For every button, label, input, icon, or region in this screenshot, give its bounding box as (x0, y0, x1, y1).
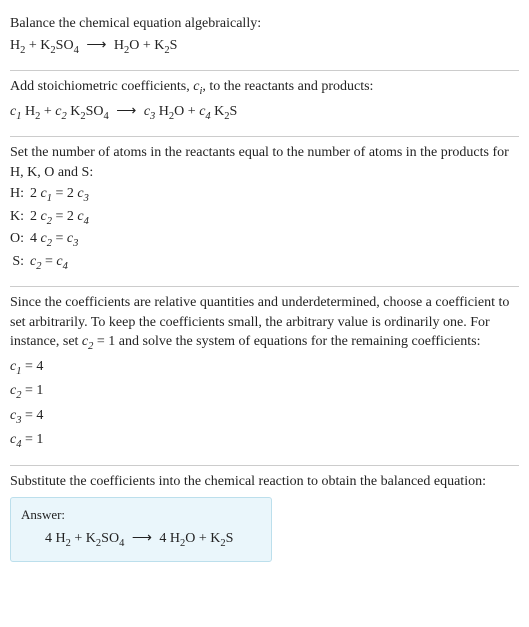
species-h2: H2 (25, 104, 40, 119)
instruction-text: Since the coefficients are relative quan… (10, 293, 519, 355)
solution-line: c4 = 1 (10, 430, 519, 452)
species-k2s: K2S (214, 104, 237, 119)
coef-c1: c1 (10, 104, 21, 119)
balance-equation: 2 c2 = 2 c4 (30, 207, 93, 229)
balance-row: O:4 c2 = c3 (10, 229, 93, 251)
section-solve: Since the coefficients are relative quan… (10, 287, 519, 466)
balance-equation: 4 c2 = c3 (30, 229, 93, 251)
plus-sign: + (25, 38, 40, 53)
coef-4: 4 (159, 531, 170, 546)
reactant-k2so4: K2SO4 (40, 38, 79, 53)
balanced-equation: 4 H2 + K2SO4 ⟶ 4 H2O + K2S (21, 529, 261, 551)
section-answer: Substitute the coefficients into the che… (10, 466, 519, 572)
solution-list: c1 = 4c2 = 1 c3 = 4c4 = 1 (10, 357, 519, 453)
set-coef: c2 (82, 334, 93, 349)
solution-line: c3 = 4 (10, 406, 519, 428)
product-k2s: K2S (154, 38, 177, 53)
plus-sign: + (184, 104, 199, 119)
prompt-text: Balance the chemical equation algebraica… (10, 14, 519, 34)
element-label: O: (10, 229, 30, 251)
species-k2s: K2S (210, 531, 233, 546)
element-label: H: (10, 184, 30, 206)
unbalanced-equation: H2 + K2SO4 ⟶ H2O + K2S (10, 36, 519, 58)
balance-equations-table: H:2 c1 = 2 c3K:2 c2 = 2 c4O:4 c2 = c3S:c… (10, 184, 93, 274)
reaction-arrow-icon: ⟶ (128, 529, 156, 549)
instruction-text: Set the number of atoms in the reactants… (10, 143, 519, 182)
plus-sign: + (195, 531, 210, 546)
coef-c3: c3 (144, 104, 155, 119)
balance-row: K:2 c2 = 2 c4 (10, 207, 93, 229)
plus-sign: + (139, 38, 154, 53)
element-label: S: (10, 252, 30, 274)
species-h2: H2 (56, 531, 71, 546)
coef-4: 4 (45, 531, 56, 546)
section-add-coefficients: Add stoichiometric coefficients, ci, to … (10, 71, 519, 137)
species-k2so4: K2SO4 (70, 104, 109, 119)
coef-c2: c2 (55, 104, 66, 119)
section-atom-balance: Set the number of atoms in the reactants… (10, 137, 519, 287)
instruction-text: Substitute the coefficients into the che… (10, 472, 519, 492)
product-h2o: H2O (114, 38, 140, 53)
balance-row: S:c2 = c4 (10, 252, 93, 274)
element-label: K: (10, 207, 30, 229)
plus-sign: + (40, 104, 55, 119)
answer-box: Answer: 4 H2 + K2SO4 ⟶ 4 H2O + K2S (10, 497, 272, 562)
species-h2o: H2O (159, 104, 185, 119)
reactant-h2: H2 (10, 38, 25, 53)
solution-line: c2 = 1 (10, 381, 519, 403)
species-h2o: H2O (170, 531, 196, 546)
species-k2so4: K2SO4 (86, 531, 125, 546)
coefficient-equation: c1 H2 + c2 K2SO4 ⟶ c3 H2O + c4 K2S (10, 102, 519, 124)
balance-equation: c2 = c4 (30, 252, 93, 274)
instruction-text: Add stoichiometric coefficients, ci, to … (10, 77, 519, 99)
answer-label: Answer: (21, 506, 261, 524)
section-prompt: Balance the chemical equation algebraica… (10, 8, 519, 71)
coef-c4: c4 (199, 104, 210, 119)
solution-line: c1 = 4 (10, 357, 519, 379)
plus-sign: + (71, 531, 86, 546)
balance-equation: 2 c1 = 2 c3 (30, 184, 93, 206)
balance-row: H:2 c1 = 2 c3 (10, 184, 93, 206)
reaction-arrow-icon: ⟶ (112, 102, 140, 122)
reaction-arrow-icon: ⟶ (82, 36, 110, 56)
